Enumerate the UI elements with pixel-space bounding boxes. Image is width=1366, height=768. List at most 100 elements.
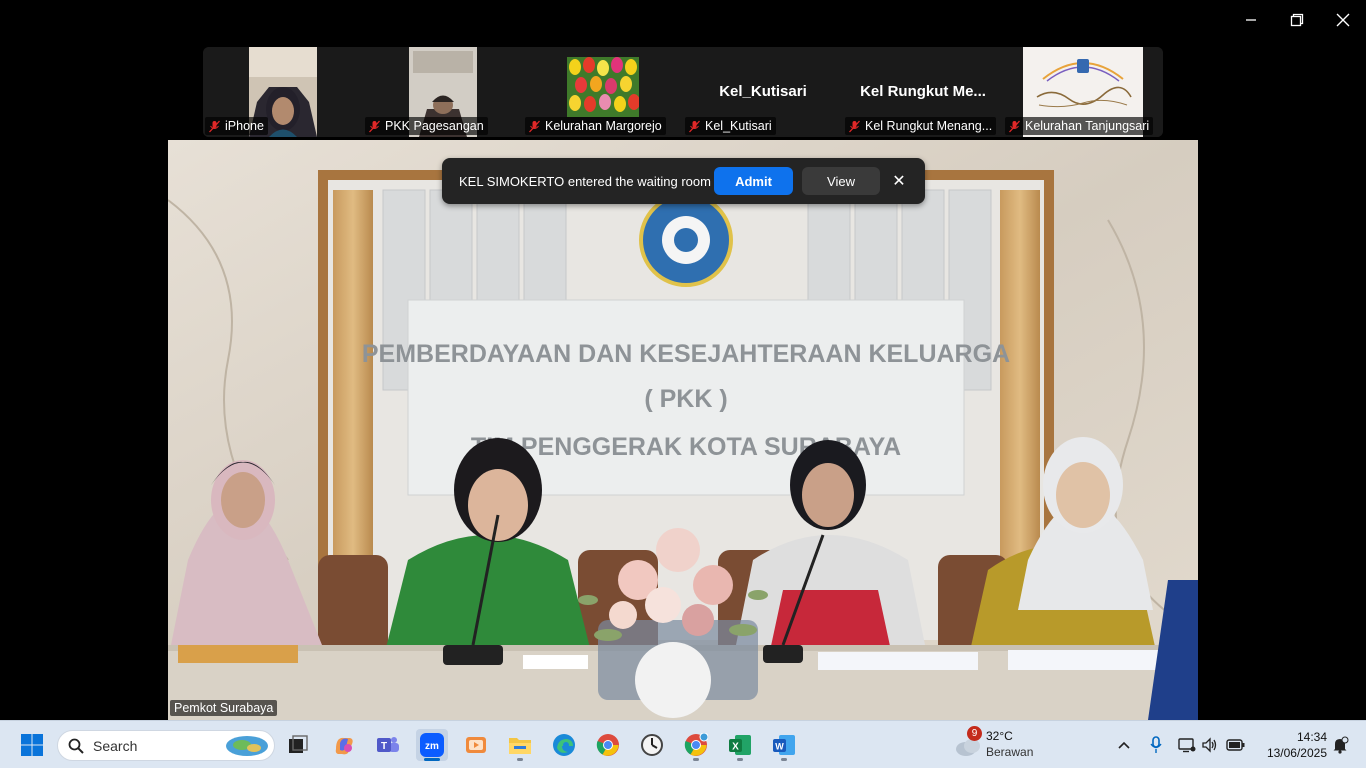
clock-date: 13/06/2025 [1266,746,1327,760]
show-hidden-icons-button[interactable] [1113,733,1135,757]
zoom-button[interactable]: zm [416,729,448,761]
weather-temperature: 32°C [986,729,1013,743]
mic-off-icon [209,120,220,132]
folder-icon [509,738,531,754]
minimize-icon [1246,19,1256,21]
media-player-icon [466,737,486,753]
excel-icon: X [729,735,751,755]
close-window-button[interactable] [1329,6,1357,34]
tulip-image [567,57,639,117]
chrome-button[interactable] [592,729,624,761]
svg-text:T: T [381,741,387,752]
word-button[interactable]: W [768,729,800,761]
battery-charging-icon [1226,739,1245,751]
task-view-button[interactable] [282,729,314,761]
active-speaker-name: Pemkot Surabaya [170,700,278,716]
mic-off-icon [369,120,380,132]
participant-tile-kel-rungkut-menanggal[interactable]: Kel Rungkut Me... Kel Rungkut Menang... [843,47,1003,137]
waiting-room-message: KEL SIMOKERTO entered the waiting room [459,173,711,189]
active-speaker-video[interactable]: PEMBERDAYAAN DAN KESEJAHTERAAN KELUARGA … [168,140,1198,720]
edge-button[interactable] [548,729,580,761]
participant-display-name: Kel Rungkut Me... [860,83,986,100]
participant-name: Kelurahan Tanjungsari [1025,119,1150,133]
search-highlight-icon [226,735,268,756]
edge-icon [553,734,575,756]
close-icon [1336,13,1350,27]
participant-caption: PKK Pagesangan [365,117,488,135]
excel-button[interactable]: X [724,729,756,761]
active-indicator [424,758,440,761]
weather-widget[interactable]: 9 32°C Berawan [954,726,1064,762]
teams-button[interactable]: T [372,729,404,761]
network-tray-button[interactable] [1176,733,1198,757]
mic-off-icon [1009,120,1020,132]
mic-off-icon [849,120,860,132]
notifications-button[interactable] [1329,733,1351,757]
start-button[interactable] [16,729,48,761]
microphone-icon [1150,736,1162,753]
chrome-icon [596,734,619,756]
search-icon [68,738,84,754]
clock-app-button[interactable] [636,729,668,761]
windows-start-icon [21,734,43,756]
wall-sign-line-1: PEMBERDAYAAN DAN KESEJAHTERAAN KELUARGA [362,340,1010,368]
view-button[interactable]: View [802,167,880,195]
weather-notification-badge: 9 [967,726,982,741]
copilot-icon [335,737,353,755]
taskbar-search-box[interactable]: Search [57,730,275,761]
participant-name: Kel Rungkut Menang... [865,119,993,133]
participant-name: PKK Pagesangan [385,119,484,133]
battery-tray-button[interactable] [1225,733,1247,757]
participant-name: iPhone [225,119,264,133]
weather-condition: Berawan [986,745,1034,759]
running-indicator [517,758,523,761]
mic-off-icon [689,120,700,132]
chevron-up-icon [1118,741,1130,749]
participant-tile-kelurahan-margorejo[interactable]: Kelurahan Margorejo [523,47,683,137]
participant-display-name: Kel_Kutisari [719,83,807,100]
participant-tile-iphone[interactable]: iPhone [203,47,363,137]
svg-text:W: W [775,742,784,752]
running-indicator [693,758,699,761]
participant-tile-kel-kutisari[interactable]: Kel_Kutisari Kel_Kutisari [683,47,843,137]
windows-taskbar: Search T zm X W 9 32°C Berawan 14:34 13/… [0,720,1366,768]
minimize-button[interactable] [1237,6,1265,34]
admit-button[interactable]: Admit [714,167,793,195]
chrome-profile-icon [684,733,708,756]
microphone-tray-button[interactable] [1145,733,1167,757]
speaker-icon [1202,737,1217,753]
search-label: Search [93,737,138,754]
file-explorer-button[interactable] [504,729,536,761]
gallery-strip: iPhone PKK Pagesangan Kelurahan Margorej… [203,47,1163,137]
chrome-profile-button[interactable] [680,729,712,761]
participant-caption: Kel Rungkut Menang... [845,117,997,135]
running-indicator [781,758,787,761]
participant-tile-kelurahan-tanjungsari[interactable]: Kelurahan Tanjungsari [1003,47,1163,137]
meeting-room-scene: PEMBERDAYAAN DAN KESEJAHTERAAN KELUARGA … [168,140,1198,720]
taskbar-clock[interactable]: 14:34 13/06/2025 [1253,729,1327,761]
copilot-button[interactable] [328,729,360,761]
wall-sign-line-2: ( PKK ) [644,385,727,413]
participant-tile-pkk-pagesangan[interactable]: PKK Pagesangan [363,47,523,137]
network-icon [1178,738,1196,753]
mic-off-icon [529,120,540,132]
participant-name: Kelurahan Margorejo [545,119,662,133]
notification-bell-icon [1333,736,1349,754]
close-icon: ✕ [892,173,906,190]
zoom-meeting-window: iPhone PKK Pagesangan Kelurahan Margorej… [0,0,1366,768]
svg-text:zm: zm [425,741,439,752]
media-player-button[interactable] [460,729,492,761]
volume-tray-button[interactable] [1199,733,1221,757]
participant-name: Kel_Kutisari [705,119,772,133]
participant-caption: Kel_Kutisari [685,117,776,135]
word-icon: W [773,735,795,755]
svg-text:X: X [732,742,739,753]
restore-button[interactable] [1283,6,1311,34]
dismiss-notification-button[interactable]: ✕ [887,169,911,193]
participant-caption: iPhone [205,117,268,135]
waiting-room-notification: KEL SIMOKERTO entered the waiting room A… [442,158,925,204]
zoom-icon: zm [420,733,444,757]
running-indicator [737,758,743,761]
task-view-icon [289,735,308,753]
clock-time: 14:34 [1296,730,1327,744]
